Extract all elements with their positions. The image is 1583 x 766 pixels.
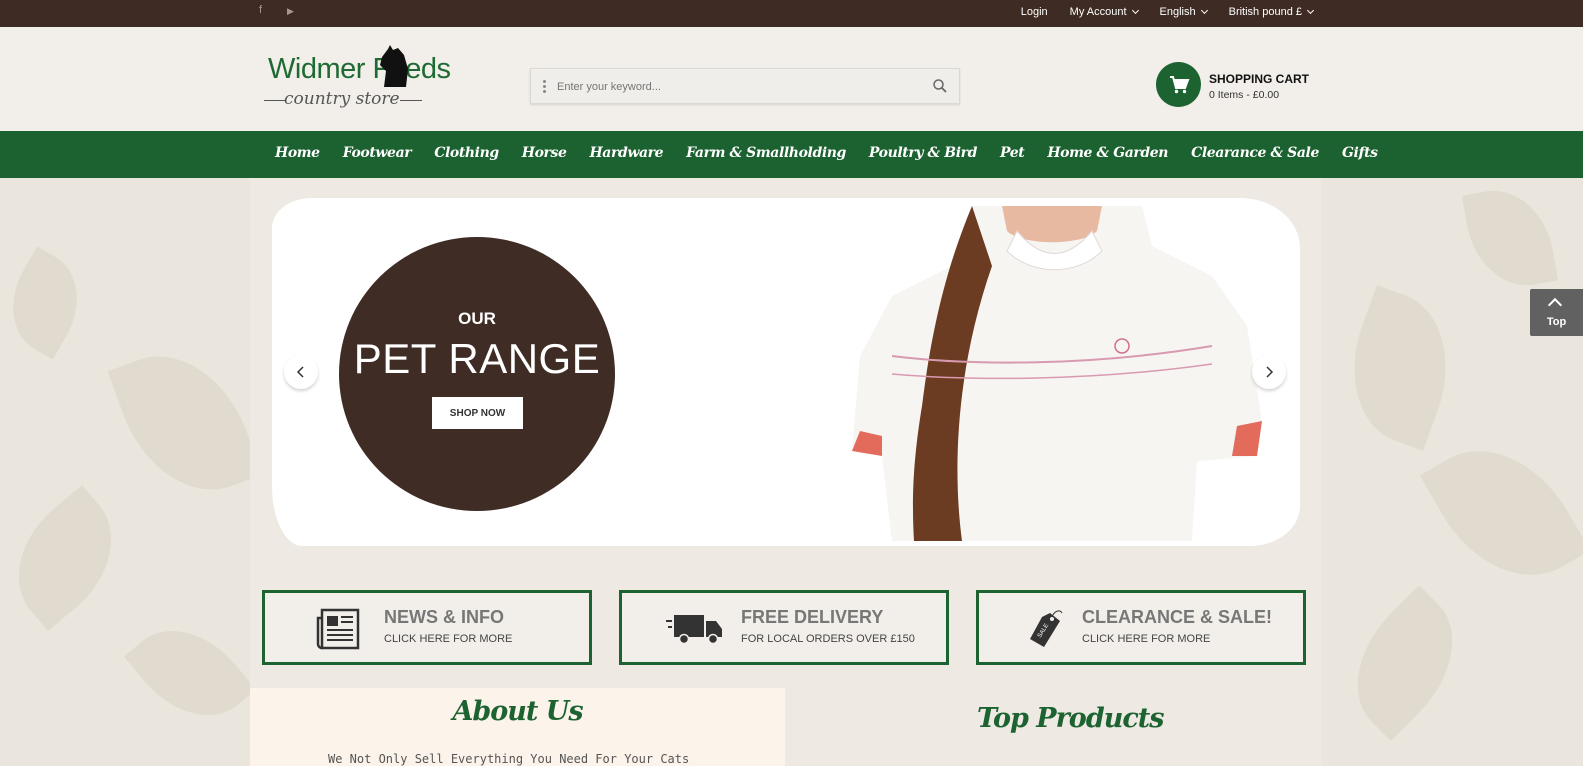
chevron-left-icon xyxy=(296,366,304,378)
my-account-label: My Account xyxy=(1069,6,1127,18)
cart-title: SHOPPING CART xyxy=(1209,72,1310,86)
feature-title: FREE DELIVERY xyxy=(741,607,884,627)
search-bar xyxy=(530,68,960,104)
chevron-down-icon xyxy=(1131,6,1139,15)
nav-item-poultry-bird[interactable]: Poultry & Bird xyxy=(869,145,977,161)
chevron-down-icon xyxy=(1306,6,1315,15)
shopping-cart[interactable]: SHOPPING CART 0 Items - £0.00 xyxy=(1156,62,1316,108)
about-us-section: About Us We Not Only Sell Everything You… xyxy=(250,688,785,766)
slider-prev-button[interactable] xyxy=(284,355,318,389)
site-logo[interactable]: Widmer Feeds country store xyxy=(264,45,500,119)
hero-model-image xyxy=(852,206,1262,541)
newspaper-icon xyxy=(316,608,360,650)
top-products-title: Top Products xyxy=(977,703,1164,734)
chevron-up-icon xyxy=(1547,297,1563,313)
logo-main-text: Widmer Feeds xyxy=(268,53,451,85)
site-header: Widmer Feeds country store SHOPPING CART… xyxy=(0,27,1583,131)
nav-item-home-garden[interactable]: Home & Garden xyxy=(1047,145,1168,161)
main-content: OUR PET RANGE SHOP NOW NEWS & INFO CLICK… xyxy=(250,178,1321,766)
feature-clearance-sale[interactable]: SALE CLEARANCE & SALE! CLICK HERE FOR MO… xyxy=(976,590,1306,665)
nav-item-clearance-sale[interactable]: Clearance & Sale xyxy=(1191,145,1319,161)
facebook-icon[interactable]: f xyxy=(259,4,262,16)
back-to-top-label: Top xyxy=(1546,316,1567,328)
language-dropdown[interactable]: English xyxy=(1159,6,1208,18)
logo-subtitle: country store xyxy=(264,89,422,109)
feature-free-delivery[interactable]: FREE DELIVERY FOR LOCAL ORDERS OVER £150 xyxy=(619,590,949,665)
nav-item-footwear[interactable]: Footwear xyxy=(343,145,412,161)
nav-item-hardware[interactable]: Hardware xyxy=(589,145,663,161)
top-links: Login My Account English British pound £ xyxy=(1021,6,1315,18)
shop-now-button[interactable]: SHOP NOW xyxy=(432,397,523,429)
nav-item-horse[interactable]: Horse xyxy=(522,145,567,161)
my-account-dropdown[interactable]: My Account xyxy=(1069,6,1139,18)
top-bar: f ▶ Login My Account English British pou… xyxy=(0,0,1583,27)
feature-title: NEWS & INFO xyxy=(384,607,504,627)
chevron-down-icon xyxy=(1200,6,1208,15)
chevron-right-icon xyxy=(1266,366,1274,378)
hero-eyebrow: OUR xyxy=(458,309,496,328)
horse-head-icon xyxy=(380,45,408,87)
cart-summary: 0 Items - £0.00 xyxy=(1209,89,1280,101)
nav-item-gifts[interactable]: Gifts xyxy=(1342,145,1378,161)
nav-item-farm-smallholding[interactable]: Farm & Smallholding xyxy=(686,145,846,161)
currency-dropdown[interactable]: British pound £ xyxy=(1228,6,1315,18)
sale-tag-icon: SALE xyxy=(1030,610,1063,647)
hero-slider: OUR PET RANGE SHOP NOW xyxy=(262,198,1302,548)
youtube-icon[interactable]: ▶ xyxy=(287,6,294,17)
language-label: English xyxy=(1159,6,1196,18)
feature-subtitle: CLICK HERE FOR MORE xyxy=(1082,633,1211,645)
cart-icon xyxy=(1156,62,1201,107)
promo-circle: OUR PET RANGE SHOP NOW xyxy=(339,237,615,511)
about-us-title: About Us xyxy=(452,696,583,727)
back-to-top-button[interactable]: Top xyxy=(1530,289,1583,336)
about-us-text: We Not Only Sell Everything You Need For… xyxy=(328,752,690,766)
slider-next-button[interactable] xyxy=(1252,355,1286,389)
currency-label: British pound £ xyxy=(1228,6,1302,18)
nav-item-pet[interactable]: Pet xyxy=(1000,145,1025,161)
feature-subtitle: CLICK HERE FOR MORE xyxy=(384,633,513,645)
search-icon[interactable] xyxy=(933,79,947,93)
category-menu-icon[interactable] xyxy=(543,80,546,93)
truck-icon xyxy=(666,615,722,645)
feature-news-info[interactable]: NEWS & INFO CLICK HERE FOR MORE xyxy=(262,590,592,665)
login-link[interactable]: Login xyxy=(1021,6,1048,18)
nav-item-home[interactable]: Home xyxy=(275,145,320,161)
search-input[interactable] xyxy=(557,77,917,97)
nav-item-clothing[interactable]: Clothing xyxy=(434,145,499,161)
main-navigation: Home Footwear Clothing Horse Hardware Fa… xyxy=(0,131,1583,178)
hero-headline: PET RANGE xyxy=(353,335,601,382)
feature-title: CLEARANCE & SALE! xyxy=(1082,607,1273,627)
feature-subtitle: FOR LOCAL ORDERS OVER £150 xyxy=(741,633,915,645)
